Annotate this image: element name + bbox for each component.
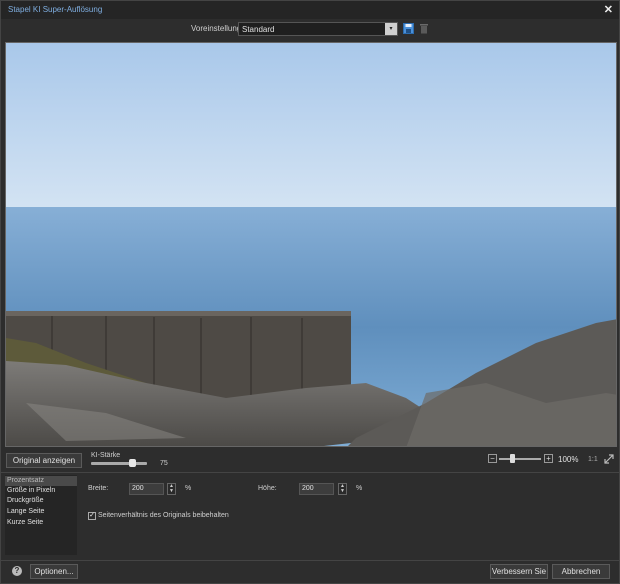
image-preview[interactable]: [5, 42, 617, 447]
mode-item-short-side[interactable]: Kurze Seite: [5, 518, 77, 528]
title-bar: Stapel KI Super-Auflösung ✕: [1, 1, 619, 19]
preset-value: Standard: [242, 25, 275, 34]
width-label: Breite:: [88, 485, 109, 492]
keep-aspect-label: Seitenverhältnis des Originals beibehalt…: [98, 512, 229, 519]
preset-dropdown[interactable]: Standard ▾: [238, 22, 398, 36]
trash-icon[interactable]: [419, 23, 429, 34]
window-title: Stapel KI Super-Auflösung: [8, 5, 103, 14]
options-button[interactable]: Optionen...: [30, 564, 78, 579]
zoom-slider-track[interactable]: [499, 458, 541, 460]
preset-label: Voreinstellung: [191, 24, 242, 33]
strength-slider-thumb[interactable]: [129, 459, 136, 467]
show-original-button[interactable]: Original anzeigen: [6, 453, 82, 468]
strength-slider-track[interactable]: [91, 462, 147, 465]
height-unit: %: [356, 485, 363, 492]
mode-item-percent[interactable]: Prozentsatz: [5, 476, 77, 486]
zoom-in-button[interactable]: +: [544, 454, 553, 463]
zoom-slider-thumb[interactable]: [510, 454, 515, 463]
height-label: Höhe:: [258, 485, 277, 492]
strength-value: 75: [160, 460, 168, 467]
width-input[interactable]: 200: [129, 483, 164, 495]
preview-photo: [6, 43, 616, 446]
resize-mode-list: Prozentsatz Größe in Pixeln Druckgröße L…: [5, 475, 77, 555]
dialog-window: Stapel KI Super-Auflösung ✕ Voreinstellu…: [0, 0, 620, 584]
keep-aspect-checkbox[interactable]: ✓: [88, 512, 96, 520]
zoom-1to1-button[interactable]: 1:1: [588, 456, 598, 463]
mode-item-long-side[interactable]: Lange Seite: [5, 507, 77, 517]
close-button[interactable]: ✕: [604, 3, 613, 16]
footer-divider: [1, 560, 619, 561]
save-icon[interactable]: [403, 23, 414, 34]
expand-icon[interactable]: [604, 454, 614, 464]
strength-label: KI-Stärke: [91, 452, 121, 459]
zoom-out-button[interactable]: −: [488, 454, 497, 463]
section-divider: [1, 472, 619, 473]
mode-item-print-size[interactable]: Druckgröße: [5, 496, 77, 506]
width-unit: %: [185, 485, 192, 492]
cancel-button[interactable]: Abbrechen: [552, 564, 610, 579]
chevron-down-icon[interactable]: ▾: [385, 23, 397, 35]
height-input[interactable]: 200: [299, 483, 334, 495]
height-stepper[interactable]: ▲ ▼: [338, 483, 347, 495]
mode-item-pixels[interactable]: Größe in Pixeln: [5, 486, 77, 496]
enhance-button[interactable]: Verbessern Sie: [490, 564, 548, 579]
zoom-value: 100%: [558, 455, 579, 464]
help-icon[interactable]: ?: [12, 566, 22, 576]
width-stepper[interactable]: ▲ ▼: [167, 483, 176, 495]
